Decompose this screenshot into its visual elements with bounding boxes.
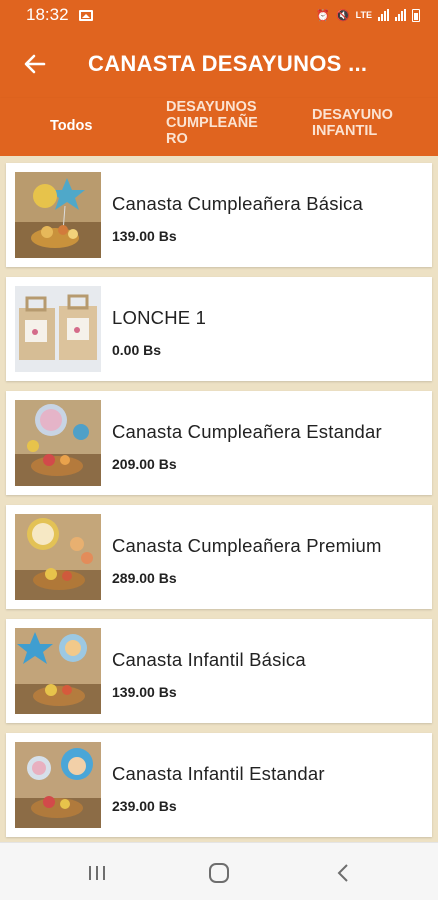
system-navigation-bar xyxy=(0,842,438,900)
product-price: 139.00 Bs xyxy=(112,228,177,244)
signal-icon xyxy=(378,9,389,21)
product-card[interactable]: Canasta Cumpleañera Premium 289.00 Bs xyxy=(6,505,432,609)
network-type-label: LTE xyxy=(355,10,372,20)
home-icon xyxy=(209,863,229,883)
battery-icon xyxy=(412,8,420,22)
product-name: Canasta Cumpleañera Premium xyxy=(112,535,382,556)
product-price: 239.00 Bs xyxy=(112,798,177,814)
product-price: 289.00 Bs xyxy=(112,570,177,586)
product-name: LONCHE 1 xyxy=(112,307,207,328)
product-name: Canasta Infantil Estandar xyxy=(112,763,325,784)
product-list: Canasta Cumpleañera Básica 139.00 Bs LON… xyxy=(0,156,438,842)
arrow-left-icon xyxy=(24,54,46,74)
tab-todos[interactable]: Todos xyxy=(50,118,92,134)
product-name: Canasta Cumpleañera Básica xyxy=(112,193,363,214)
product-card[interactable]: Canasta Cumpleañera Básica 139.00 Bs xyxy=(6,163,432,267)
back-button[interactable] xyxy=(0,30,70,98)
signal-icon-2 xyxy=(395,9,406,21)
nav-back-button[interactable] xyxy=(330,861,356,885)
product-card[interactable]: Canasta Cumpleañera Estandar 209.00 Bs xyxy=(6,391,432,495)
app-bar: CANASTA DESAYUNOS ... xyxy=(0,30,438,98)
product-price: 0.00 Bs xyxy=(112,342,162,358)
alarm-icon: ⏰ xyxy=(316,9,330,22)
page-title: CANASTA DESAYUNOS ... xyxy=(88,51,368,76)
chevron-left-icon xyxy=(337,864,348,882)
product-image xyxy=(15,172,101,258)
status-bar: 18:32 ⏰ 🔇 LTE xyxy=(0,0,438,30)
status-time: 18:32 xyxy=(26,5,69,24)
product-image xyxy=(15,286,101,372)
product-name: Canasta Cumpleañera Estandar xyxy=(112,421,382,442)
mute-icon: 🔇 xyxy=(335,9,350,22)
product-image xyxy=(15,400,101,486)
product-card[interactable]: LONCHE 1 0.00 Bs xyxy=(6,277,432,381)
image-notification-icon xyxy=(78,9,93,21)
product-card[interactable]: Canasta Infantil Básica 139.00 Bs xyxy=(6,619,432,723)
product-price: 139.00 Bs xyxy=(112,684,177,700)
product-image xyxy=(15,628,101,714)
tab-desayunos-cumpleanero[interactable]: DESAYUNOS CUMPLEAÑERO xyxy=(166,99,266,147)
tab-desayuno-infantil[interactable]: DESAYUNO INFANTIL xyxy=(312,107,402,139)
recent-apps-icon xyxy=(89,866,105,880)
product-price: 209.00 Bs xyxy=(112,456,177,472)
product-image xyxy=(15,742,101,828)
product-name: Canasta Infantil Básica xyxy=(112,649,306,670)
recent-apps-button[interactable] xyxy=(84,861,110,885)
product-image xyxy=(15,514,101,600)
category-tabs: Todos DESAYUNOS CUMPLEAÑERO DESAYUNO INF… xyxy=(0,98,438,156)
product-card[interactable]: Canasta Infantil Estandar 239.00 Bs xyxy=(6,733,432,837)
home-button[interactable] xyxy=(206,861,232,885)
